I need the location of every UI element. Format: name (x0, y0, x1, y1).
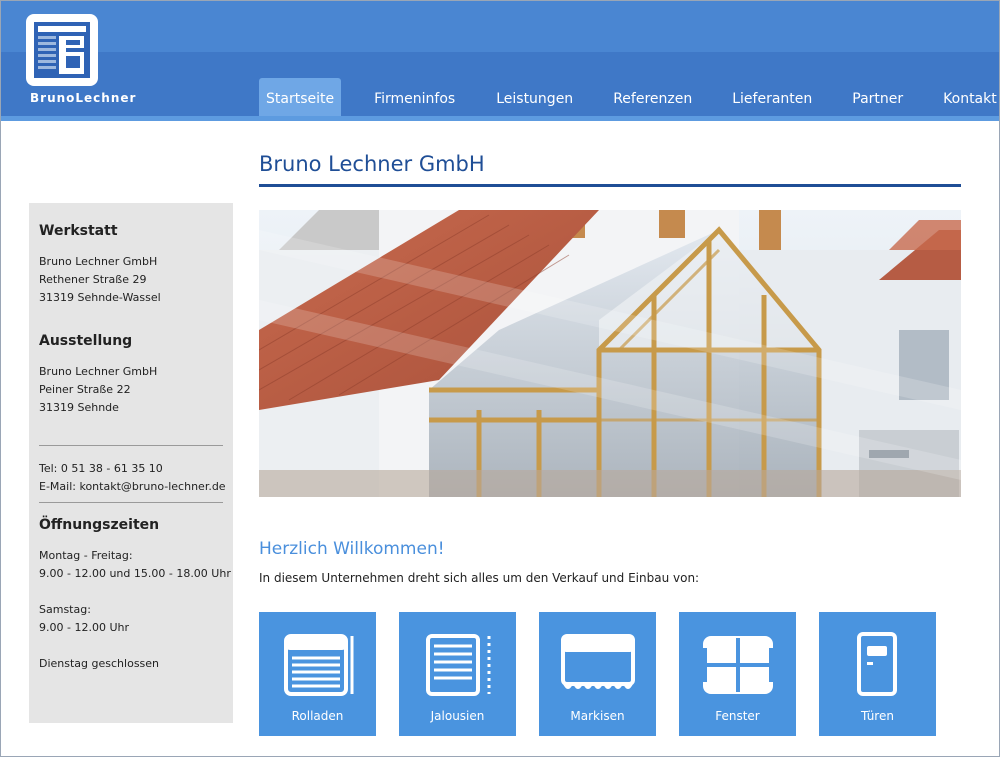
tile-label: Markisen (570, 709, 625, 723)
werkstatt-heading: Werkstatt (39, 223, 118, 239)
tile-markisen[interactable]: Markisen (539, 612, 656, 736)
nav-item-lieferanten[interactable]: Lieferanten (732, 78, 812, 116)
weekday-label: Montag - Freitag: (39, 549, 133, 562)
roller-shutter-icon (284, 634, 354, 696)
ausstellung-heading: Ausstellung (39, 333, 133, 349)
phone-number[interactable]: Tel: 0 51 38 - 61 35 10 (39, 460, 223, 478)
page-title: Bruno Lechner GmbH (259, 152, 485, 176)
site-header: BrunoLechner Startseite Firmeninfos Leis… (1, 1, 999, 121)
tile-rolladen[interactable]: Rolladen (259, 612, 376, 736)
werkstatt-address-line: Bruno Lechner GmbH (39, 255, 158, 268)
header-top-band (1, 1, 999, 52)
hero-image-conservatory (259, 210, 961, 497)
ausstellung-address-line: Bruno Lechner GmbH (39, 365, 158, 378)
company-logo-text: BrunoLechner (30, 91, 137, 105)
tile-tueren[interactable]: Türen (819, 612, 936, 736)
nav-item-kontakt[interactable]: Kontakt (943, 78, 997, 116)
saturday-label: Samstag: (39, 603, 91, 616)
ausstellung-address-line: 31319 Sehnde (39, 401, 119, 414)
saturday-hours: 9.00 - 12.00 Uhr (39, 621, 129, 634)
intro-text: In diesem Unternehmen dreht sich alles u… (259, 571, 700, 585)
tile-label: Jalousien (430, 709, 485, 723)
title-divider (259, 184, 961, 187)
nav-item-startseite[interactable]: Startseite (259, 78, 342, 116)
logo-mark-icon (34, 22, 90, 78)
header-underline (1, 116, 999, 121)
werkstatt-address-line: 31319 Sehnde-Wassel (39, 291, 161, 304)
company-logo[interactable] (26, 14, 98, 86)
blinds-icon (426, 634, 491, 696)
nav-item-referenzen[interactable]: Referenzen (613, 78, 692, 116)
sidebar-contact-panel: Werkstatt Bruno Lechner GmbH Rethener St… (29, 203, 233, 723)
welcome-heading: Herzlich Willkommen! (259, 539, 445, 559)
weekday-hours: 9.00 - 12.00 und 15.00 - 18.00 Uhr (39, 567, 231, 580)
nav-item-partner[interactable]: Partner (852, 78, 903, 116)
email-address[interactable]: E-Mail: kontakt@bruno-lechner.de (39, 478, 226, 496)
window-icon (701, 636, 775, 694)
main-navigation: Startseite Firmeninfos Leistungen Refere… (259, 78, 997, 116)
tile-jalousien[interactable]: Jalousien (399, 612, 516, 736)
awning-icon (561, 634, 635, 689)
nav-item-leistungen[interactable]: Leistungen (496, 78, 573, 116)
tile-label: Fenster (715, 709, 760, 723)
ausstellung-address-line: Peiner Straße 22 (39, 383, 131, 396)
werkstatt-address-line: Rethener Straße 29 (39, 273, 147, 286)
door-icon (857, 632, 897, 696)
tile-label: Rolladen (291, 709, 344, 723)
page-frame: BrunoLechner Startseite Firmeninfos Leis… (0, 0, 1000, 757)
tile-fenster[interactable]: Fenster (679, 612, 796, 736)
nav-item-firmeninfos[interactable]: Firmeninfos (374, 78, 455, 116)
tile-label: Türen (861, 709, 894, 723)
product-tiles: Rolladen Jalousien Markisen Fenster Türe… (259, 612, 936, 736)
closed-day-note: Dienstag geschlossen (39, 657, 160, 670)
opening-hours-heading: Öffnungszeiten (39, 517, 160, 533)
